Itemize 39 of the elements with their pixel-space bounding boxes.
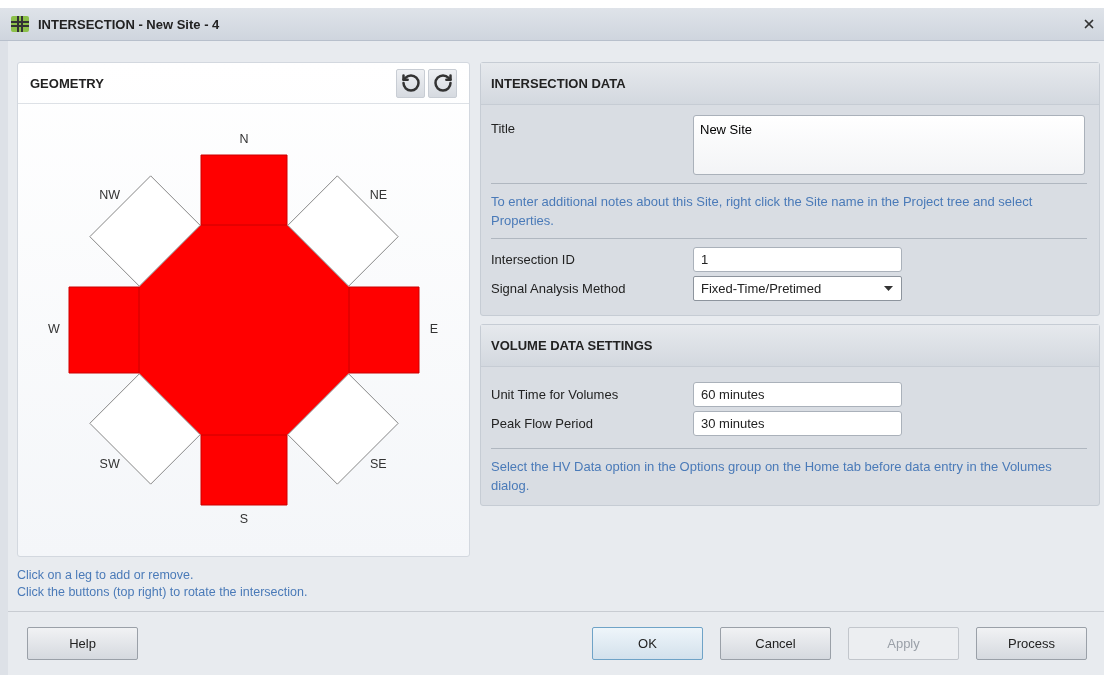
- intersection-leg[interactable]: [286, 175, 399, 287]
- leg-label: S: [239, 512, 248, 527]
- input-field[interactable]: 30 minutes: [693, 411, 902, 436]
- title-field[interactable]: New Site: [693, 115, 1085, 175]
- leg-label: SW: [99, 456, 120, 471]
- dialog-button[interactable]: Process: [976, 627, 1087, 660]
- leg-label: E: [429, 322, 438, 337]
- hint-text: Click on a leg to add or remove.: [17, 567, 195, 583]
- method-dropdown[interactable]: Fixed-Time/Pretimed: [693, 276, 902, 301]
- rotate-left-button[interactable]: [396, 68, 425, 98]
- intersection-leg[interactable]: [88, 175, 201, 287]
- input-field[interactable]: 60 minutes: [693, 382, 902, 407]
- hint-text: To enter additional notes about this Site, right click the Site name in the Project tree and select Properties.: [491, 193, 1034, 230]
- leg-label: SE: [369, 456, 387, 471]
- field-label: Unit Time for Volumes: [491, 387, 620, 402]
- intersection-leg[interactable]: [88, 373, 201, 485]
- intersection-icon: [10, 14, 30, 34]
- intersection-leg[interactable]: [286, 373, 399, 485]
- window-title: INTERSECTION - New Site - 4: [38, 16, 221, 32]
- panel-title: GEOMETRY: [30, 75, 105, 91]
- leg-label: W: [47, 322, 60, 337]
- field-label: Intersection ID: [491, 252, 576, 267]
- dialog-button[interactable]: Help: [27, 627, 138, 660]
- field-label: Signal Analysis Method: [491, 281, 627, 296]
- hint-text: Select the HV Data option in the Options group on the Home tab before data entry in the Volumes dialog.: [491, 458, 1053, 495]
- caret-icon: [884, 286, 893, 291]
- panel-title: INTERSECTION DATA: [491, 76, 627, 91]
- field-label: Peak Flow Period: [491, 416, 594, 431]
- rotate-right-button[interactable]: [428, 68, 457, 98]
- leg-label: NW: [98, 187, 120, 202]
- close-button[interactable]: [1082, 17, 1096, 31]
- leg-label: N: [239, 132, 248, 147]
- dialog-button[interactable]: OK: [592, 627, 703, 660]
- panel-title: VOLUME DATA SETTINGS: [491, 338, 654, 353]
- hint-text: Click the buttons (top right) to rotate the intersection.: [17, 584, 309, 600]
- leg-label: NE: [369, 187, 387, 202]
- field-label: Title: [491, 121, 517, 136]
- dialog-button[interactable]: Cancel: [720, 627, 831, 660]
- input-field[interactable]: 1: [693, 247, 902, 272]
